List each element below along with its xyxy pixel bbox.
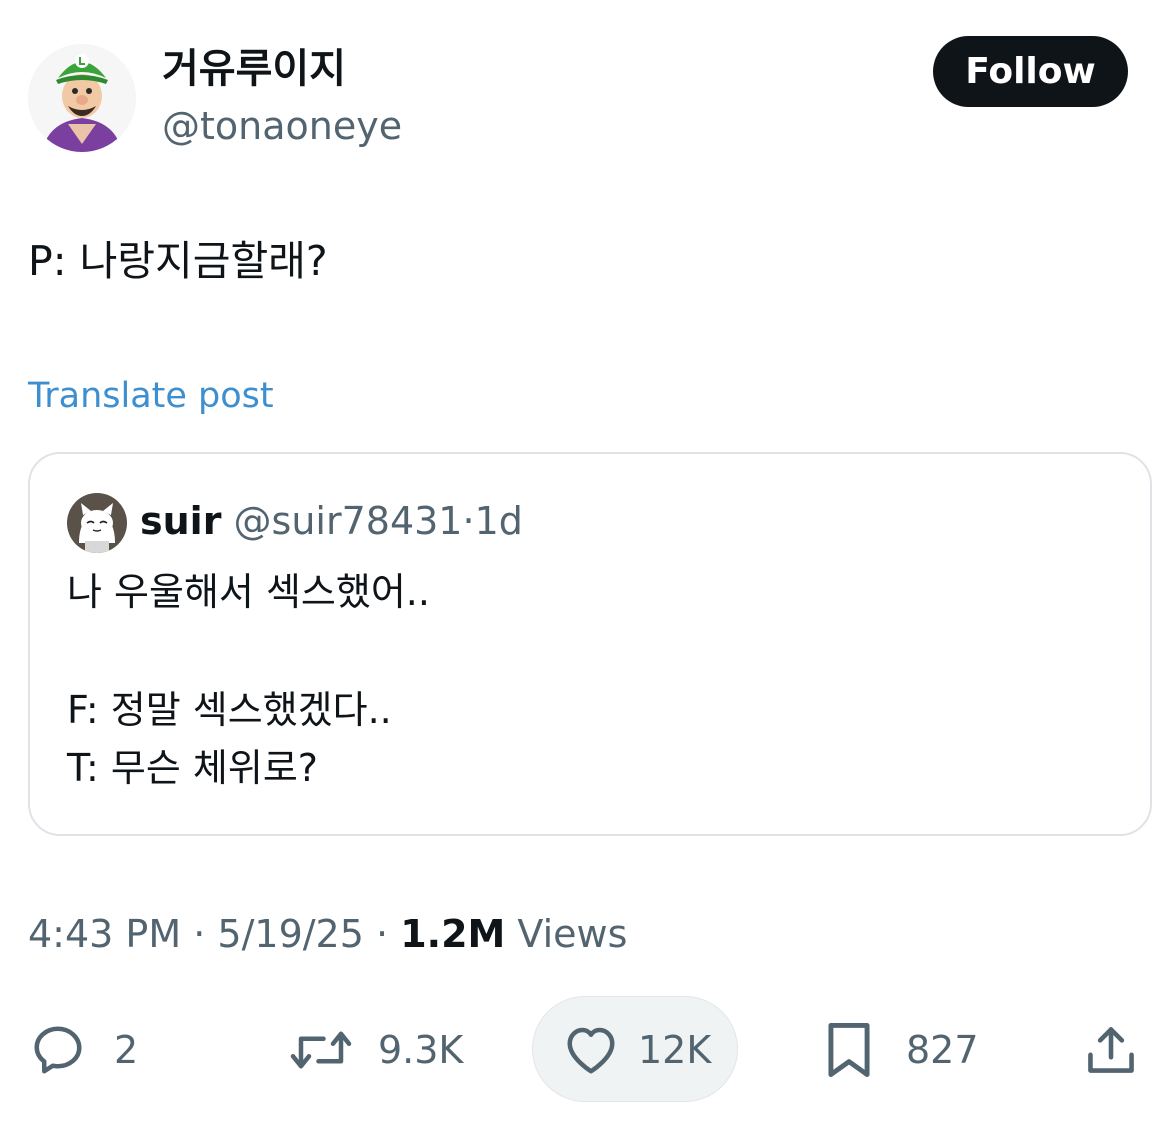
- post-metadata: 4:43 PM · 5/19/25 · 1.2M Views: [28, 908, 627, 960]
- quoted-text-line: F: 정말 섹스했겠다..: [67, 688, 392, 732]
- views-count: 1.2M: [400, 912, 506, 956]
- share-button[interactable]: [1082, 1018, 1140, 1082]
- quoted-time[interactable]: 1d: [475, 499, 523, 543]
- bookmark-button[interactable]: 827: [822, 1018, 979, 1082]
- follow-button[interactable]: Follow: [933, 36, 1128, 107]
- author-display-name[interactable]: 거유루이지: [162, 44, 346, 94]
- luigi-avatar-icon: [28, 44, 136, 152]
- like-count: 12K: [638, 1028, 712, 1072]
- views-label: Views: [517, 912, 628, 956]
- reply-button[interactable]: 2: [28, 1018, 138, 1082]
- author-handle[interactable]: @tonaoneye: [162, 102, 402, 150]
- quoted-author-handle[interactable]: @suir78431: [234, 499, 463, 543]
- quoted-post[interactable]: suir @suir78431·1d 나 우울해서 섹스했어.. F: 정말 섹…: [28, 452, 1152, 836]
- author-avatar[interactable]: [28, 44, 136, 152]
- quoted-text-line: T: 무슨 체위로?: [67, 746, 318, 790]
- like-button[interactable]: 12K: [560, 1018, 711, 1082]
- bookmark-icon: [828, 1023, 870, 1077]
- quoted-author-name[interactable]: suir: [140, 499, 221, 543]
- repost-icon: [290, 1031, 352, 1069]
- post-date[interactable]: 5/19/25: [217, 912, 364, 956]
- reply-icon: [34, 1026, 82, 1074]
- quoted-author-avatar: [67, 493, 127, 553]
- bookmark-count: 827: [906, 1028, 979, 1072]
- cat-avatar-icon: [67, 493, 127, 553]
- translate-post-link[interactable]: Translate post: [28, 372, 274, 420]
- repost-count: 9.3K: [378, 1028, 464, 1072]
- quoted-text-line: 나 우울해서 섹스했어..: [67, 570, 430, 614]
- heart-icon: [567, 1027, 615, 1074]
- post-time[interactable]: 4:43 PM: [28, 912, 181, 956]
- repost-button[interactable]: 9.3K: [288, 1018, 463, 1082]
- share-icon: [1088, 1027, 1134, 1073]
- quoted-post-header: suir @suir78431·1d: [140, 496, 523, 546]
- post-text: P: 나랑지금할래?: [28, 237, 328, 285]
- reply-count: 2: [114, 1028, 139, 1072]
- meta-separator: ·: [376, 912, 389, 956]
- quoted-separator: ·: [462, 499, 475, 543]
- meta-separator: ·: [193, 912, 206, 956]
